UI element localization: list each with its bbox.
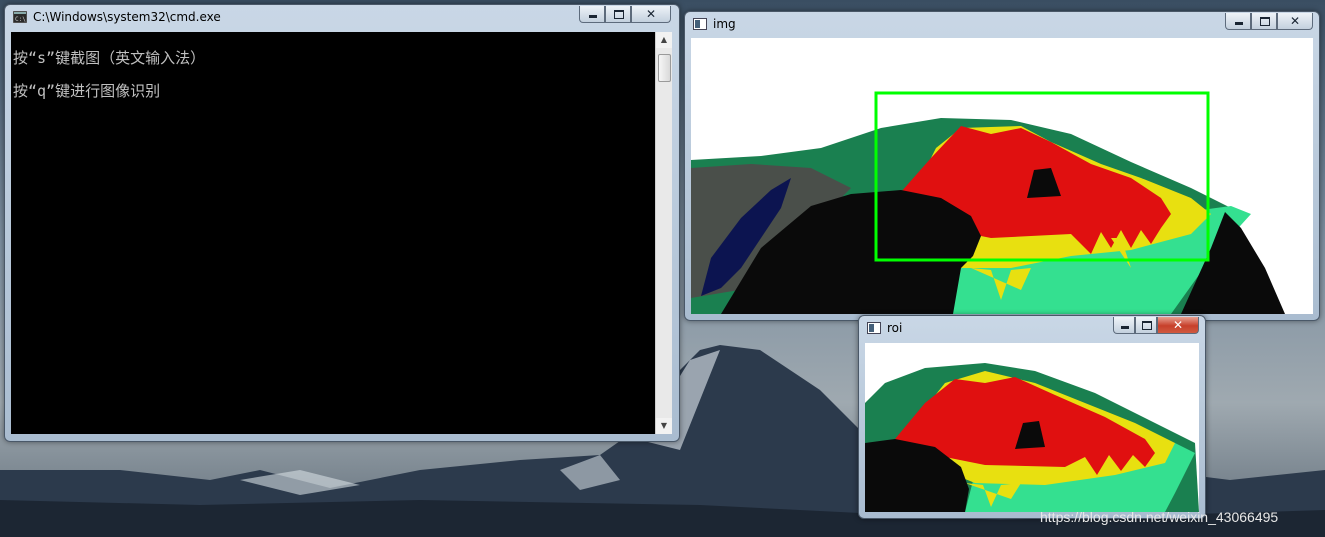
cmd-window-controls: ✕ (579, 6, 671, 24)
cmd-console-area[interactable]: 按“s”键截图（英文输入法） 按“q”键进行图像识别 (11, 32, 663, 434)
scroll-up-icon[interactable]: ▲ (656, 32, 672, 48)
scroll-down-icon[interactable]: ▼ (656, 418, 672, 434)
img-window-controls: ✕ (1225, 13, 1313, 31)
roi-close-button[interactable]: ✕ (1157, 317, 1199, 334)
minimize-icon (1121, 326, 1129, 329)
close-icon: ✕ (645, 7, 657, 21)
img-canvas[interactable] (691, 38, 1313, 314)
img-window-title: img (713, 17, 736, 31)
console-line-2: 按“q”键进行图像识别 (13, 82, 161, 100)
maximize-icon (614, 10, 624, 19)
minimize-icon (589, 15, 597, 18)
img-window[interactable]: img ✕ (684, 11, 1320, 321)
img-close-button[interactable]: ✕ (1277, 13, 1313, 30)
roi-minimize-button[interactable] (1113, 317, 1135, 334)
maximize-icon (1260, 17, 1270, 26)
watermark-text: https://blog.csdn.net/weixin_43066495 (1040, 509, 1279, 525)
roi-canvas[interactable] (865, 343, 1199, 512)
roi-window[interactable]: roi ✕ (858, 315, 1206, 519)
console-icon: C:\ (13, 11, 27, 23)
image-window-icon (693, 18, 707, 30)
minimize-icon (1235, 22, 1243, 25)
console-line-1: 按“s”键截图（英文输入法） (13, 49, 206, 67)
roi-titlebar[interactable]: roi ✕ (859, 316, 1205, 342)
cmd-window-title: C:\Windows\system32\cmd.exe (33, 10, 221, 24)
scroll-thumb[interactable] (658, 54, 671, 82)
img-titlebar[interactable]: img ✕ (685, 12, 1319, 38)
cmd-vertical-scrollbar[interactable]: ▲ ▼ (655, 32, 672, 434)
maximize-icon (1142, 321, 1152, 330)
close-icon: ✕ (1289, 14, 1301, 28)
svg-text:C:\: C:\ (15, 16, 26, 23)
roi-window-title: roi (887, 321, 903, 335)
roi-window-controls: ✕ (1113, 317, 1199, 335)
img-minimize-button[interactable] (1225, 13, 1251, 30)
cmd-minimize-button[interactable] (579, 6, 605, 23)
cmd-maximize-button[interactable] (605, 6, 631, 23)
cmd-titlebar[interactable]: C:\ C:\Windows\system32\cmd.exe ✕ (5, 5, 679, 31)
roi-maximize-button[interactable] (1135, 317, 1157, 334)
img-maximize-button[interactable] (1251, 13, 1277, 30)
image-window-icon (867, 322, 881, 334)
close-icon: ✕ (1172, 318, 1184, 332)
cmd-close-button[interactable]: ✕ (631, 6, 671, 23)
cmd-window[interactable]: C:\ C:\Windows\system32\cmd.exe ✕ 按“s”键截… (4, 4, 680, 442)
